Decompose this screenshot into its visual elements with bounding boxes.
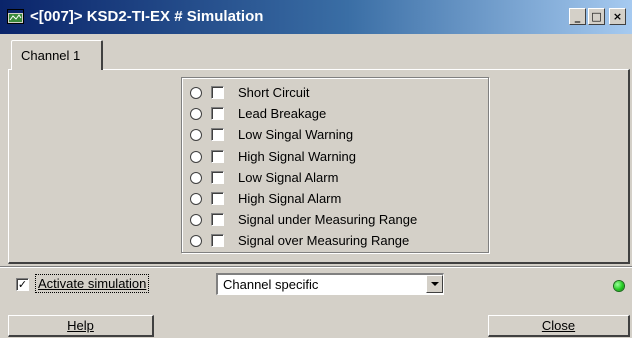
option-label: Short Circuit	[238, 85, 310, 100]
option-label: Low Singal Warning	[238, 127, 354, 142]
tab-channel-1[interactable]: Channel 1	[11, 40, 103, 70]
option-radio[interactable]	[190, 172, 202, 184]
status-led-icon	[614, 281, 624, 291]
option-row-low-signal-warning: Low Singal Warning	[190, 125, 480, 145]
chevron-down-icon	[431, 282, 439, 286]
option-radio[interactable]	[190, 214, 202, 226]
divider	[0, 266, 632, 268]
minimize-icon: _	[574, 10, 581, 23]
option-row-signal-over-range: Signal over Measuring Range	[190, 231, 480, 251]
activate-simulation-label[interactable]: Activate simulation	[34, 274, 150, 293]
option-label: Signal under Measuring Range	[238, 212, 418, 227]
option-row-short-circuit: Short Circuit	[190, 83, 480, 103]
option-label: High Signal Alarm	[238, 191, 342, 206]
simulation-window: <[007]> KSD2-TI-EX # Simulation _ □ × Ch…	[0, 0, 632, 338]
option-radio[interactable]	[190, 108, 202, 120]
checkmark-icon: ✓	[17, 278, 28, 291]
close-button[interactable]: Close	[488, 315, 630, 337]
tab-label: Channel 1	[21, 48, 81, 63]
minimize-button[interactable]: _	[569, 8, 586, 25]
close-icon: ×	[612, 10, 623, 23]
mode-select-value: Channel specific	[223, 277, 319, 292]
title-bar[interactable]: <[007]> KSD2-TI-EX # Simulation _ □ ×	[0, 0, 632, 34]
option-checkbox[interactable]	[211, 128, 224, 141]
option-checkbox[interactable]	[211, 234, 224, 247]
help-button[interactable]: Help	[8, 315, 154, 337]
app-window-icon[interactable]	[7, 9, 24, 24]
option-label: Signal over Measuring Range	[238, 233, 410, 248]
option-label: Low Signal Alarm	[238, 170, 339, 185]
close-window-button[interactable]: ×	[609, 8, 626, 25]
option-checkbox[interactable]	[211, 86, 224, 99]
option-radio[interactable]	[190, 151, 202, 163]
option-row-lead-breakage: Lead Breakage	[190, 104, 480, 124]
option-radio[interactable]	[190, 193, 202, 205]
option-radio[interactable]	[190, 129, 202, 141]
option-radio[interactable]	[190, 235, 202, 247]
option-row-low-signal-alarm: Low Signal Alarm	[190, 168, 480, 188]
maximize-icon: □	[591, 10, 602, 23]
option-checkbox[interactable]	[211, 171, 224, 184]
activate-simulation-checkbox[interactable]: ✓	[16, 278, 29, 291]
option-checkbox[interactable]	[211, 192, 224, 205]
mode-select[interactable]: Channel specific	[216, 273, 444, 295]
option-checkbox[interactable]	[211, 213, 224, 226]
option-row-high-signal-warning: High Signal Warning	[190, 147, 480, 167]
option-checkbox[interactable]	[211, 150, 224, 163]
maximize-button[interactable]: □	[588, 8, 605, 25]
window-title: <[007]> KSD2-TI-EX # Simulation	[30, 8, 264, 25]
mode-select-dropdown-button[interactable]	[426, 275, 443, 293]
close-button-label: Close	[541, 318, 576, 333]
option-row-signal-under-range: Signal under Measuring Range	[190, 210, 480, 230]
option-row-high-signal-alarm: High Signal Alarm	[190, 189, 480, 209]
option-checkbox[interactable]	[211, 107, 224, 120]
option-radio[interactable]	[190, 87, 202, 99]
help-button-label: Help	[67, 318, 94, 333]
option-label: Lead Breakage	[238, 106, 327, 121]
option-label: High Signal Warning	[238, 149, 357, 164]
